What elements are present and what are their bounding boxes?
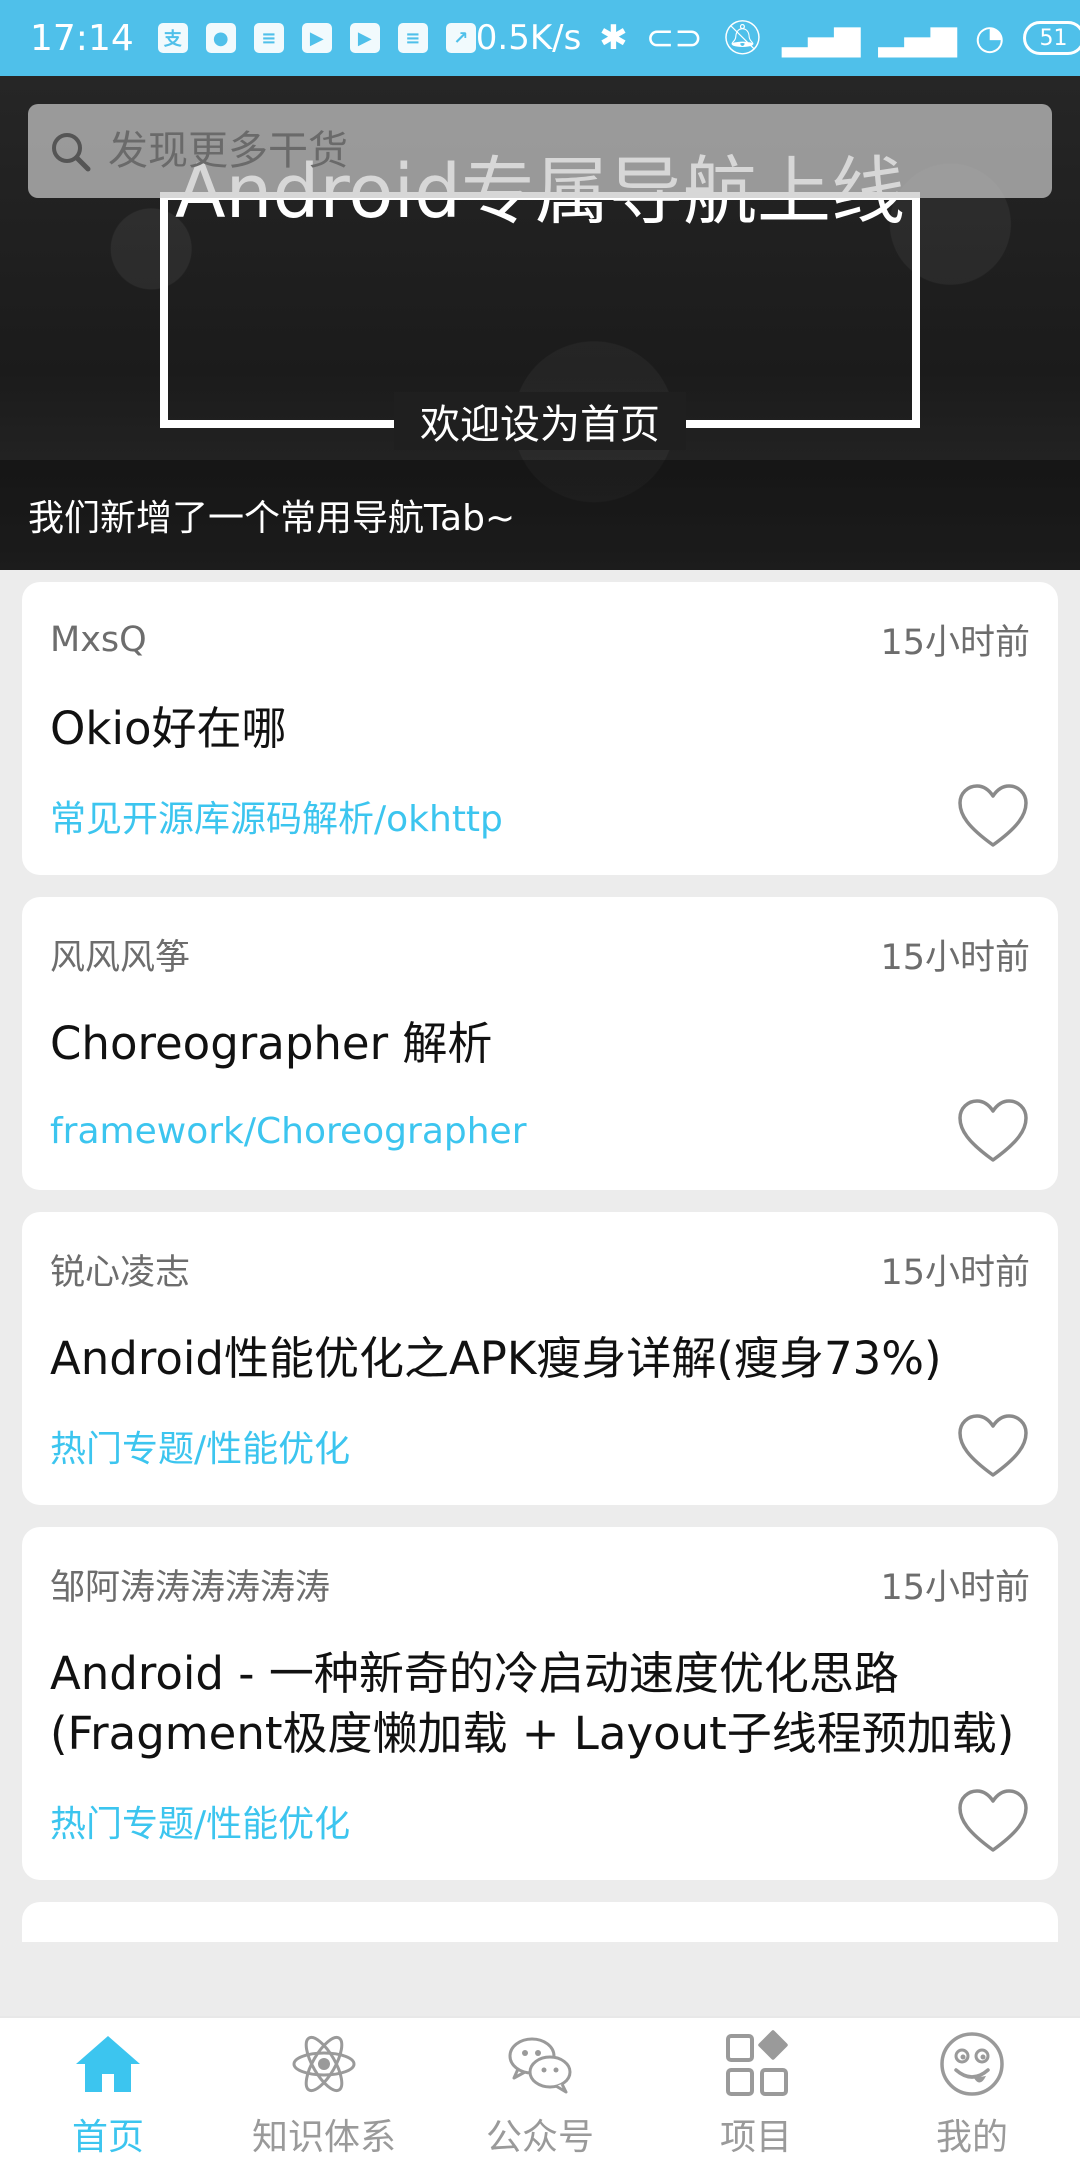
banner-carousel[interactable]: Android专属导航上线 欢迎设为首页 我们新增了一个常用导航Tab~ — [0, 76, 1080, 570]
article-title: Android性能优化之APK瘦身详解(瘦身73%) — [50, 1332, 942, 1385]
notification-icons: 支 ● ≡ ▶ ▶ ≡ ↗ — [157, 23, 476, 53]
article-footer: 热门专题/性能优化 — [50, 1413, 1030, 1479]
nav-tab-mine[interactable]: 我的 — [864, 2018, 1080, 2160]
nav-label: 首页 — [71, 2117, 144, 2158]
article-card[interactable]: 锐心凌志 15小时前 Android性能优化之APK瘦身详解(瘦身73%) 热门… — [22, 1212, 1058, 1505]
nav-tab-home[interactable]: 首页 — [0, 2018, 216, 2160]
doc-notification-icon: ≡ — [397, 23, 428, 53]
article-meta: 风风风筝 15小时前 — [50, 929, 1030, 980]
nav-tab-wechat[interactable]: 公众号 — [432, 2018, 648, 2160]
banner-subtitle: 欢迎设为首页 — [394, 392, 686, 450]
article-time: 15小时前 — [880, 1253, 1030, 1293]
article-category[interactable]: 热门专题/性能优化 — [50, 1795, 350, 1847]
banner-caption: 我们新增了一个常用导航Tab~ — [28, 498, 516, 539]
article-footer: 常见开源库源码解析/okhttp — [50, 783, 1030, 849]
article-title: Choreographer 解析 — [50, 1017, 493, 1070]
nav-label: 公众号 — [485, 2117, 594, 2158]
article-meta: 邹阿涛涛涛涛涛涛 15小时前 — [50, 1559, 1030, 1610]
atom-icon — [292, 2035, 356, 2093]
play-notification-icon: ▶ — [301, 23, 332, 53]
grid-icon — [726, 2030, 788, 2096]
wifi-icon: ◔ — [974, 18, 1005, 58]
article-author: MxsQ — [50, 619, 147, 660]
article-time: 15小时前 — [880, 623, 1030, 663]
article-author: 风风风筝 — [50, 938, 191, 978]
nav-tab-knowledge[interactable]: 知识体系 — [216, 2018, 432, 2160]
article-card-partial[interactable] — [22, 1902, 1058, 1942]
home-icon — [76, 2036, 140, 2092]
article-card[interactable]: 风风风筝 15小时前 Choreographer 解析 framework/Ch… — [22, 897, 1058, 1190]
mute-icon: 🔕︎ — [720, 18, 764, 58]
article-category[interactable]: 常见开源库源码解析/okhttp — [50, 790, 503, 842]
article-card[interactable]: 邹阿涛涛涛涛涛涛 15小时前 Android - 一种新奇的冷启动速度优化思路(… — [22, 1527, 1058, 1880]
article-author: 邹阿涛涛涛涛涛涛 — [50, 1568, 331, 1608]
chart-notification-icon: ↗ — [445, 23, 476, 53]
play-notification-icon: ▶ — [349, 23, 380, 53]
article-title: Okio好在哪 — [50, 702, 287, 755]
nav-label: 项目 — [719, 2117, 792, 2158]
article-author: 锐心凌志 — [50, 1253, 191, 1293]
battery-icon: 51 — [1022, 21, 1080, 55]
article-footer: 热门专题/性能优化 — [50, 1788, 1030, 1854]
app-notification-icon: ● — [205, 23, 236, 53]
search-input[interactable] — [108, 128, 1008, 174]
wechat-icon — [508, 2037, 572, 2094]
status-bar: 17:14 支 ● ≡ ▶ ▶ ≡ ↗ 0.5K/s ✱ ⊂⊃ 🔕︎ ▂▄▆ ▂… — [0, 0, 1080, 76]
favorite-heart-icon[interactable] — [956, 1788, 1030, 1854]
alipay-notification-icon: 支 — [157, 23, 188, 53]
battery-level: 51 — [1039, 25, 1068, 51]
article-title: Android - 一种新奇的冷启动速度优化思路(Fragment极度懒加载 +… — [50, 1647, 1015, 1760]
nav-label: 知识体系 — [251, 2117, 396, 2158]
favorite-heart-icon[interactable] — [956, 1098, 1030, 1164]
bluetooth-icon: ✱ — [599, 18, 628, 58]
article-category[interactable]: framework/Choreographer — [50, 1111, 527, 1152]
favorite-heart-icon[interactable] — [956, 783, 1030, 849]
bottom-navigation: 首页 知识体系 公众号 项目 我的 — [0, 2016, 1080, 2160]
search-icon — [52, 133, 91, 172]
banner-caption-bar: 我们新增了一个常用导航Tab~ — [0, 460, 1080, 570]
article-category[interactable]: 热门专题/性能优化 — [50, 1420, 350, 1472]
nav-label: 我的 — [935, 2117, 1008, 2158]
article-footer: framework/Choreographer — [50, 1098, 1030, 1164]
article-time: 15小时前 — [880, 1568, 1030, 1608]
signal-icon: ▂▄▆ — [781, 18, 861, 58]
doc-notification-icon: ≡ — [253, 23, 284, 53]
article-time: 15小时前 — [880, 938, 1030, 978]
status-time: 17:14 — [30, 17, 134, 59]
status-right: 0.5K/s ✱ ⊂⊃ 🔕︎ ▂▄▆ ▂▄▆ ◔ 51 — [476, 18, 1080, 58]
search-bar[interactable] — [28, 104, 1052, 198]
network-speed: 0.5K/s — [475, 18, 582, 58]
signal-icon: ▂▄▆ — [878, 18, 957, 58]
article-meta: 锐心凌志 15小时前 — [50, 1244, 1030, 1295]
article-meta: MxsQ 15小时前 — [50, 614, 1030, 665]
nav-tab-projects[interactable]: 项目 — [648, 2018, 864, 2160]
banner-subtitle-wrap: 欢迎设为首页 — [0, 392, 1080, 450]
toggle-icon: ⊂⊃ — [645, 18, 703, 58]
favorite-heart-icon[interactable] — [956, 1413, 1030, 1479]
article-card[interactable]: MxsQ 15小时前 Okio好在哪 常见开源库源码解析/okhttp — [22, 582, 1058, 875]
smiley-icon — [940, 2032, 1004, 2096]
article-list: MxsQ 15小时前 Okio好在哪 常见开源库源码解析/okhttp 风风风筝… — [22, 582, 1058, 1942]
